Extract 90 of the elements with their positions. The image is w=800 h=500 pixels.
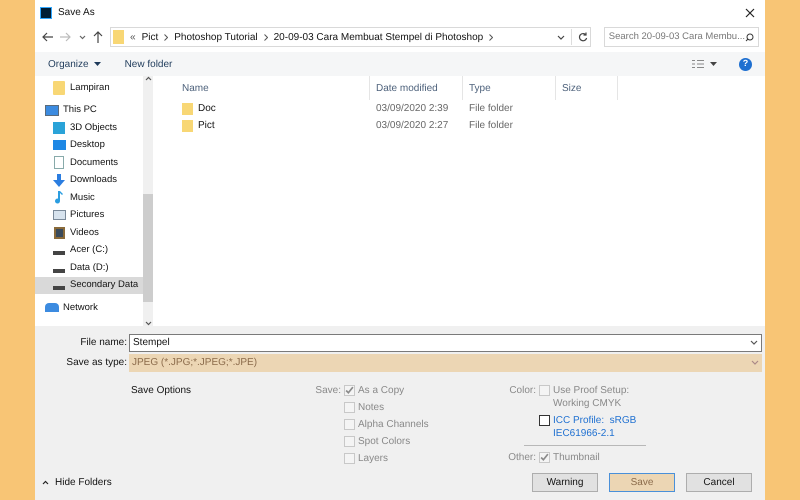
back-arrow-icon[interactable] — [41, 32, 53, 42]
group-label: Other: — [507, 451, 537, 464]
sidebar-item[interactable]: Desktop — [35, 136, 143, 154]
help-button[interactable]: ? — [739, 58, 752, 70]
sidebar-item[interactable]: Pictures — [35, 206, 143, 224]
file-name[interactable]: Doc — [198, 101, 216, 116]
search-icon — [745, 32, 754, 42]
sidebar-item[interactable]: Data (D:) — [35, 259, 143, 276]
type-cell-text: File folder — [468, 119, 514, 133]
overflow-chevron[interactable]: « — [130, 30, 136, 44]
option-label: As a Copy — [358, 384, 404, 397]
option-label: Notes — [358, 401, 384, 414]
hide-folders-button[interactable]: Hide Folders — [42, 475, 112, 490]
up-arrow-icon[interactable] — [93, 31, 103, 43]
organize-menu[interactable]: Organize — [48, 56, 101, 72]
breadcrumb-item[interactable]: Pict — [142, 30, 158, 44]
scroll-up-icon — [144, 76, 152, 81]
document-icon — [54, 156, 64, 170]
chevron-down-icon[interactable] — [79, 34, 86, 40]
sidebar-item[interactable]: This PC — [35, 102, 143, 119]
drive-icon — [53, 286, 65, 290]
drive-icon — [53, 251, 65, 256]
date-cell-text: 03/09/2020 2:39 — [375, 102, 450, 116]
group-label: Save: — [314, 384, 342, 398]
search-field[interactable]: Search 20-09-03 Cara Membu... — [604, 27, 759, 47]
chevron-right-icon — [489, 34, 494, 40]
dialog-button[interactable]: Save — [609, 473, 675, 492]
dialog-button[interactable]: Cancel — [686, 473, 752, 492]
field-label: Save as type: — [65, 356, 128, 370]
sidebar-item[interactable]: Network — [35, 299, 143, 316]
details-view-icon — [692, 59, 704, 69]
scroll-thumb[interactable] — [143, 194, 153, 302]
breadcrumb-item[interactable]: Photoshop Tutorial — [174, 30, 258, 44]
option-label: Alpha Channels — [358, 418, 429, 431]
folder-icon — [53, 80, 65, 95]
sidebar-item[interactable]: Downloads — [35, 172, 143, 189]
chevron-up-icon — [42, 480, 49, 485]
drive-icon — [53, 268, 65, 273]
group-label: Color: — [508, 384, 537, 398]
folder-icon — [182, 102, 193, 114]
sidebar-item[interactable]: 3D Objects — [35, 119, 143, 136]
sidebar-item[interactable]: Documents — [35, 154, 143, 172]
window-title: Save As — [58, 6, 95, 20]
sidebar-item[interactable]: Lampiran — [35, 79, 143, 96]
address-bar[interactable]: « Pict Photoshop Tutorial 20-09-03 Cara Membuat Stempel di Photoshop — [110, 27, 591, 47]
sidebar-item[interactable]: Music — [35, 189, 143, 206]
breadcrumb-item[interactable]: 20-09-03 Cara Membuat Stempel di Photoshop — [274, 30, 484, 44]
picture-icon — [52, 210, 66, 220]
sidebar-item[interactable]: Secondary Data — [35, 276, 143, 294]
column-header[interactable]: Type — [463, 76, 556, 100]
view-options-button[interactable] — [692, 59, 717, 69]
column-header[interactable]: Date modified — [370, 76, 463, 100]
close-icon — [745, 8, 755, 18]
date-cell-text: 03/09/2020 2:27 — [375, 119, 450, 133]
field-label: File name: — [79, 336, 128, 350]
file-name-field[interactable]: Stempel — [129, 334, 762, 352]
column-header[interactable]: Name — [153, 76, 370, 100]
type-cell-text: File folder — [468, 102, 514, 116]
section-heading: Save Options — [131, 384, 192, 398]
refresh-icon[interactable] — [578, 32, 588, 42]
sidebar-item[interactable]: Videos — [35, 224, 143, 242]
scroll-down-icon — [144, 321, 152, 326]
checkbox[interactable] — [539, 415, 550, 426]
download-arrow-icon — [53, 174, 65, 187]
option-label: Layers — [358, 452, 388, 465]
file-type-dropdown[interactable]: JPEG (*.JPG;*.JPEG;*.JPE) — [129, 354, 762, 372]
sidebar-item[interactable]: Acer (C:) — [35, 242, 143, 259]
scrollbar[interactable] — [143, 76, 153, 326]
computer-icon — [45, 104, 59, 116]
app-logo-icon — [40, 6, 52, 18]
option-label: Use Proof Setup: Working CMYK — [553, 384, 630, 410]
folder-icon — [113, 30, 124, 44]
chevron-down-icon[interactable] — [556, 34, 565, 40]
dialog-button[interactable]: Warning — [532, 473, 598, 492]
option-label: Thumbnail — [553, 451, 600, 464]
monitor-icon — [52, 140, 66, 150]
music-note-icon — [54, 191, 64, 204]
option-label: Spot Colors — [358, 435, 410, 448]
folder-icon — [182, 120, 193, 132]
option-label: ICC Profile: sRGB IEC61966-2.1 — [553, 414, 636, 440]
chevron-down-icon — [751, 360, 759, 365]
caret-down-icon — [94, 62, 101, 66]
chevron-right-icon — [264, 34, 268, 40]
new-folder-button[interactable]: New folder — [124, 56, 172, 72]
column-header[interactable]: Size — [556, 76, 618, 100]
chevron-right-icon — [164, 34, 168, 40]
chevron-down-icon — [750, 340, 758, 345]
forward-arrow-icon[interactable] — [60, 32, 72, 42]
file-name[interactable]: Pict — [198, 118, 215, 133]
caret-down-icon — [710, 62, 717, 66]
